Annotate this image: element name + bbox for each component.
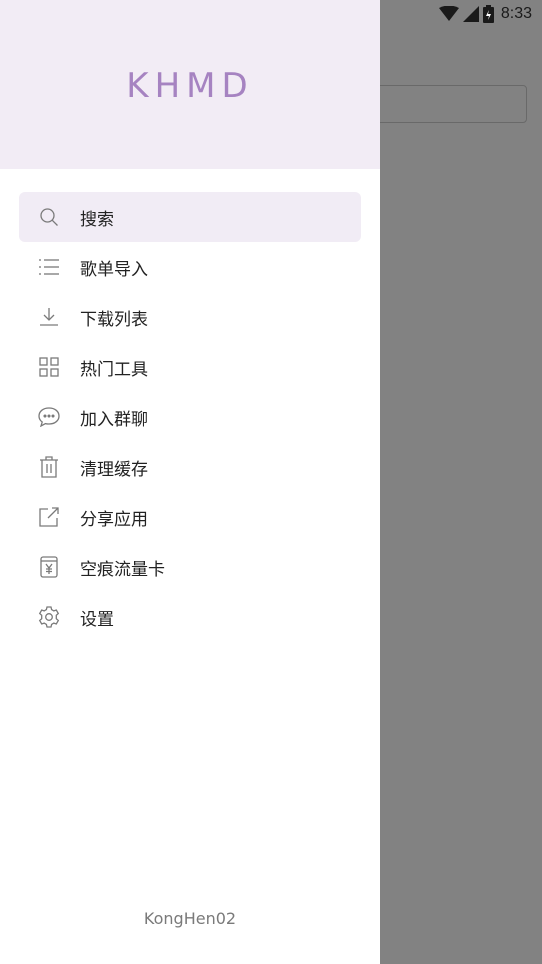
trash-icon — [38, 456, 60, 478]
grid-icon — [38, 356, 60, 378]
footer-username: KongHen02 — [143, 909, 237, 928]
share-icon — [38, 506, 60, 528]
menu-item-settings[interactable]: 设置 — [19, 592, 361, 642]
sim-card-icon — [38, 556, 60, 578]
signal-icon — [462, 6, 479, 22]
status-bar: 8:33 — [438, 2, 532, 26]
menu-item-hot-tools[interactable]: 热门工具 — [19, 342, 361, 392]
menu-item-label: 搜索 — [80, 209, 114, 230]
navigation-drawer: KHMD 搜索 歌单导入 下载列表 热门工具 加入群聊 清理缓存 分享应用 空痕… — [0, 0, 380, 964]
search-icon — [38, 206, 60, 228]
menu-item-label: 分享应用 — [80, 509, 148, 530]
status-time: 8:33 — [500, 5, 532, 22]
menu-item-playlist-import[interactable]: 歌单导入 — [19, 242, 361, 292]
drawer-header: KHMD — [0, 0, 380, 169]
menu-item-clear-cache[interactable]: 清理缓存 — [19, 442, 361, 492]
menu-item-label: 歌单导入 — [80, 259, 148, 280]
battery-icon — [482, 5, 494, 23]
menu-item-share-app[interactable]: 分享应用 — [19, 492, 361, 542]
list-icon — [38, 256, 60, 278]
menu-item-label: 设置 — [80, 609, 114, 630]
menu-item-label: 下载列表 — [80, 309, 148, 330]
download-icon — [38, 306, 60, 328]
menu-item-data-card[interactable]: 空痕流量卡 — [19, 542, 361, 592]
gear-icon — [38, 606, 60, 628]
menu-item-label: 空痕流量卡 — [80, 559, 165, 580]
chat-icon — [38, 406, 60, 428]
drawer-menu: 搜索 歌单导入 下载列表 热门工具 加入群聊 清理缓存 分享应用 空痕流量卡 设… — [0, 192, 380, 642]
menu-item-downloads[interactable]: 下载列表 — [19, 292, 361, 342]
wifi-icon — [438, 6, 459, 22]
menu-item-join-group[interactable]: 加入群聊 — [19, 392, 361, 442]
menu-item-label: 热门工具 — [80, 359, 148, 380]
menu-item-search[interactable]: 搜索 — [19, 192, 361, 242]
app-title: KHMD — [126, 66, 254, 106]
menu-item-label: 清理缓存 — [80, 459, 148, 480]
menu-item-label: 加入群聊 — [80, 409, 148, 430]
